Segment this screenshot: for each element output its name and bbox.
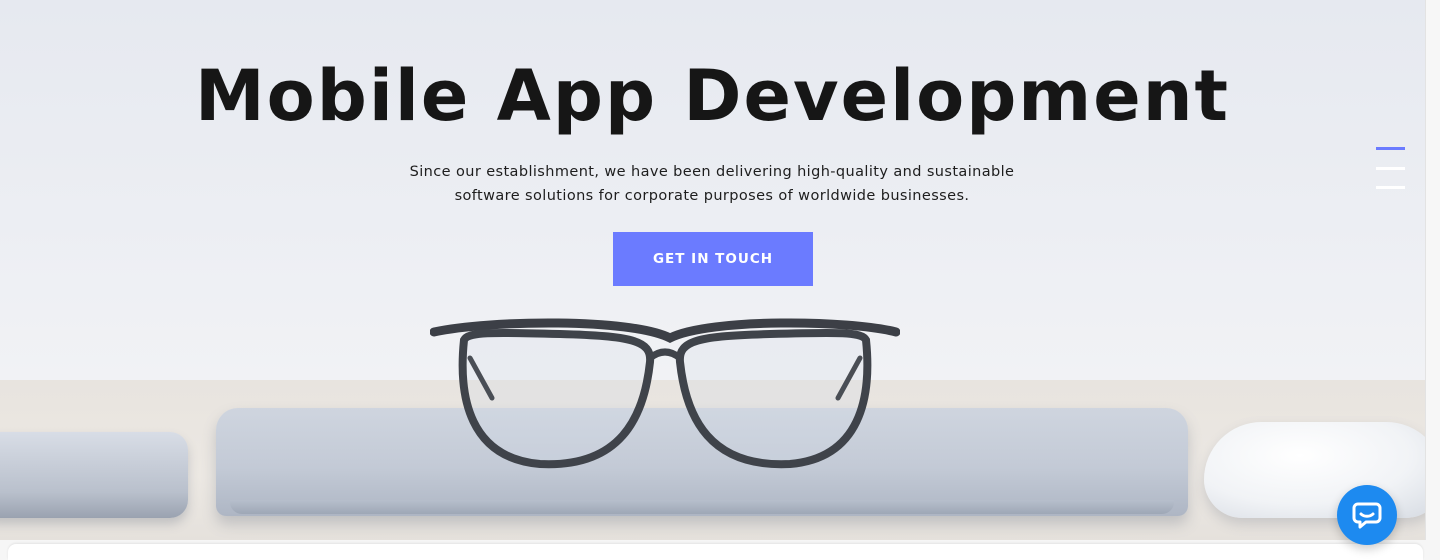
hero-title: Mobile App Development <box>194 55 1231 137</box>
hamburger-menu-icon[interactable] <box>1372 142 1412 194</box>
page-scrollbar[interactable] <box>1425 0 1440 560</box>
phone-image <box>0 432 188 518</box>
get-in-touch-button[interactable]: GET IN TOUCH <box>613 232 813 286</box>
hero-subtitle-line2: software solutions for corporate purpose… <box>454 188 970 204</box>
hero-subtitle: Since our establishment, we have been de… <box>392 160 1032 208</box>
menu-bar-bottom <box>1376 186 1405 189</box>
hero-subtitle-line1: Since our establishment, we have been de… <box>409 164 1015 180</box>
chat-bubble-icon <box>1352 502 1382 529</box>
next-section-card <box>8 544 1423 560</box>
menu-bar-middle <box>1376 167 1405 170</box>
next-section-edge <box>0 540 1440 560</box>
menu-bar-top <box>1376 147 1405 150</box>
chat-launcher-button[interactable] <box>1337 485 1397 545</box>
laptop-edge <box>230 500 1174 514</box>
glasses-image <box>430 318 900 469</box>
hero-section: Mobile App Development Since our establi… <box>0 0 1425 540</box>
